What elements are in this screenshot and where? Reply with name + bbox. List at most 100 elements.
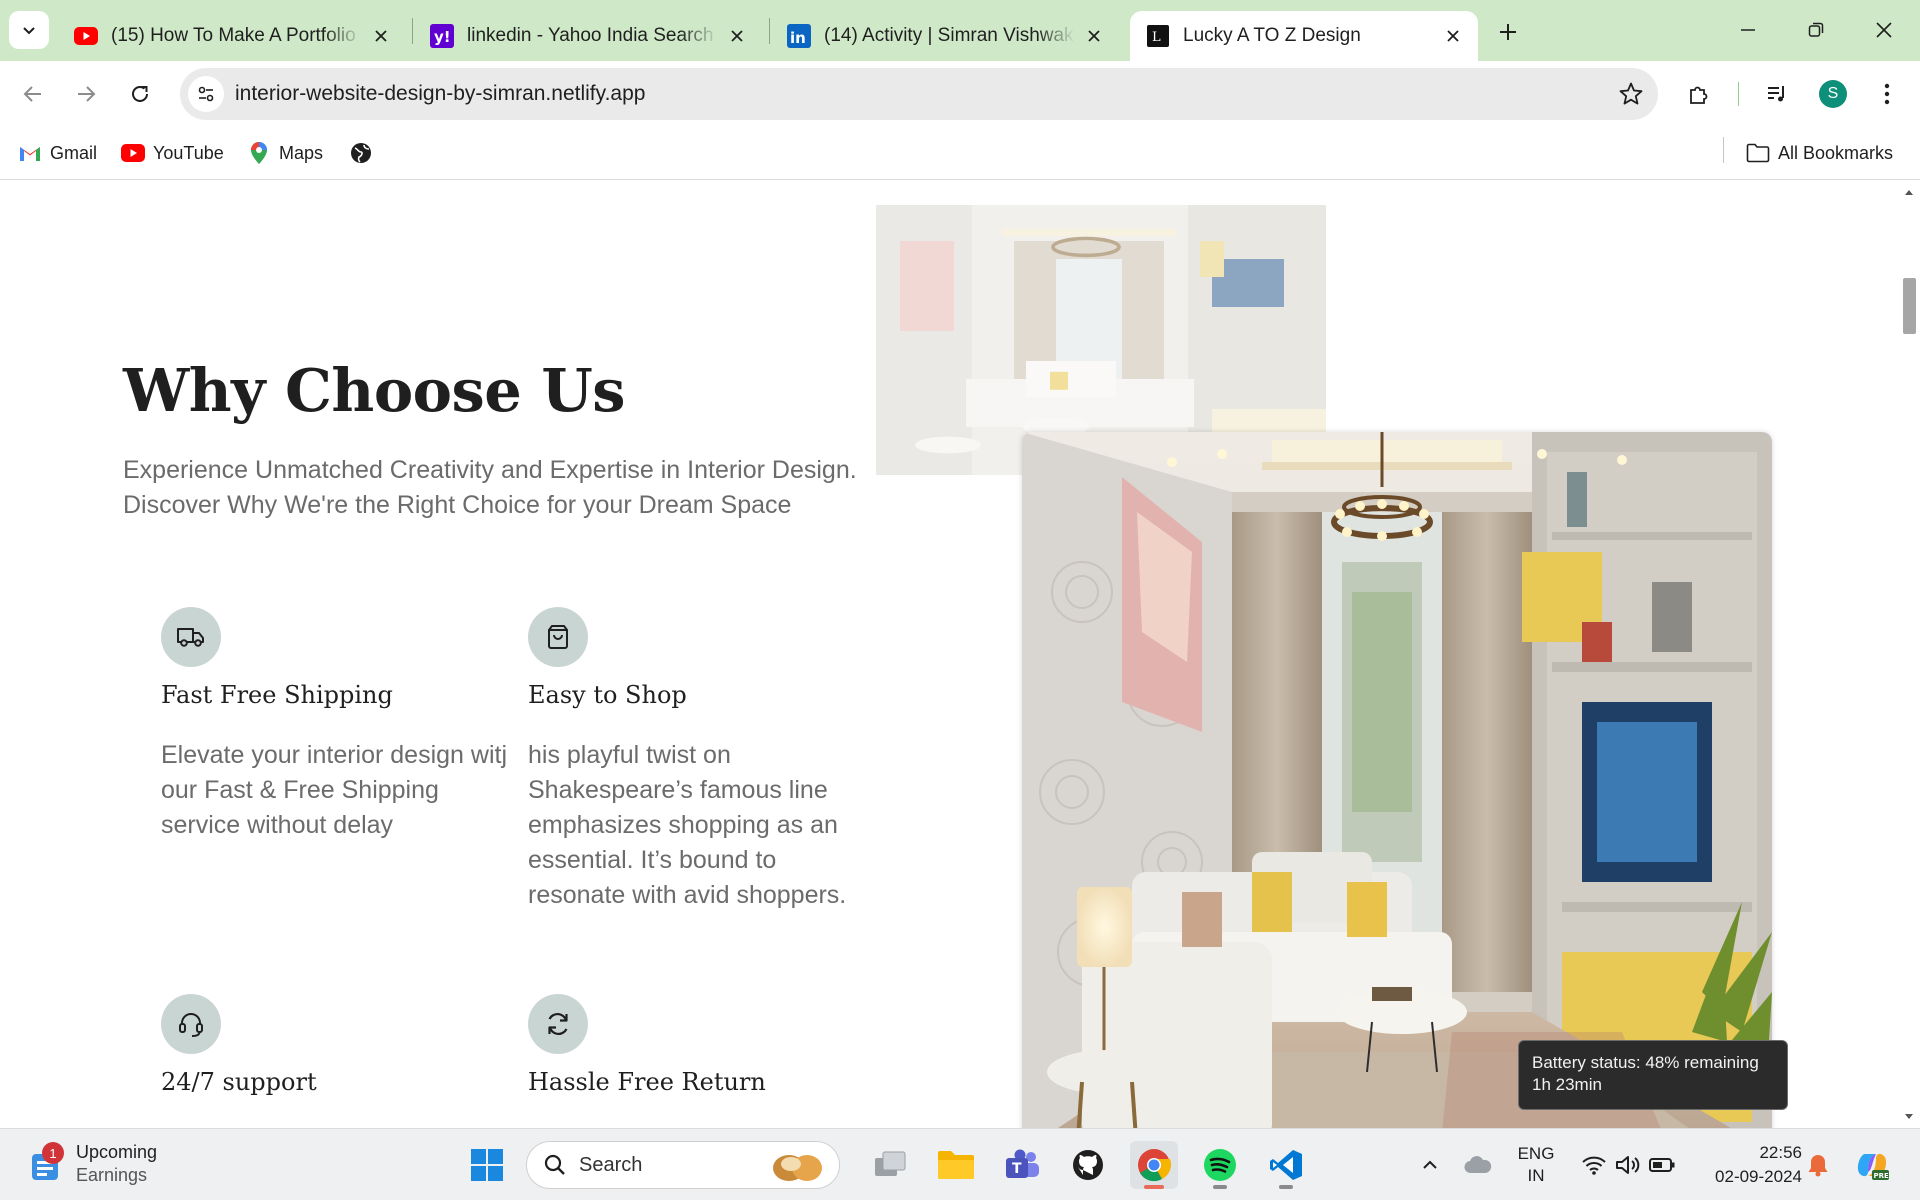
widgets-button[interactable]: 1 Upcoming Earnings: [28, 1141, 157, 1187]
tab-title: (15) How To Make A Portfolio W: [111, 25, 362, 46]
spotify-button[interactable]: [1196, 1141, 1244, 1189]
vscode-button[interactable]: [1262, 1141, 1310, 1189]
menu-button[interactable]: [1867, 74, 1907, 114]
arrow-right-icon: [78, 86, 96, 102]
bookmark-gmail[interactable]: Gmail: [18, 138, 97, 168]
page-content: Why Choose Us Experience Unmatched Creat…: [0, 181, 1898, 1128]
notifications-button[interactable]: [1796, 1141, 1840, 1189]
language-line: IN: [1527, 1166, 1545, 1185]
scroll-up-icon[interactable]: [1903, 186, 1915, 198]
stocks-icon: 1: [28, 1142, 64, 1182]
notification-badge: 1: [42, 1142, 64, 1164]
cloud-icon: [1464, 1156, 1492, 1174]
truck-icon: [161, 607, 221, 667]
profile-button[interactable]: S: [1813, 74, 1853, 114]
back-button[interactable]: [13, 74, 53, 114]
running-indicator: [1144, 1185, 1164, 1189]
tab-title: linkedin - Yahoo India Search R: [467, 25, 718, 46]
battery-status-tooltip: Battery status: 48% remaining 1h 23min: [1518, 1040, 1788, 1110]
avatar: S: [1819, 80, 1847, 108]
url-text[interactable]: interior-website-design-by-simran.netlif…: [235, 82, 645, 106]
task-view-button[interactable]: [866, 1141, 914, 1189]
feature-title: Easy to Shop: [528, 681, 687, 709]
tab-linkedin-activity[interactable]: in (14) Activity | Simran Vishwakar: [771, 11, 1119, 61]
feature-text: Elevate your interior design witj our Fa…: [161, 741, 507, 839]
bookmarks-separator: [1723, 137, 1724, 163]
tab-lucky-design[interactable]: L Lucky A TO Z Design: [1130, 11, 1478, 61]
bookmark-star-icon[interactable]: [1618, 81, 1644, 107]
site-info-icon[interactable]: [188, 76, 224, 112]
extensions-button[interactable]: [1679, 74, 1719, 114]
close-icon[interactable]: [726, 25, 748, 47]
close-window-button[interactable]: [1862, 10, 1906, 50]
tooltip-line: 1h 23min: [1532, 1075, 1602, 1094]
tab-separator: [769, 18, 770, 44]
restore-button[interactable]: [1794, 10, 1838, 50]
toolbar-separator: [1738, 82, 1739, 106]
page-scrollbar[interactable]: [1898, 181, 1920, 1128]
start-button[interactable]: [463, 1141, 511, 1189]
yahoo-icon: y!: [430, 24, 454, 48]
file-explorer-button[interactable]: [932, 1141, 980, 1189]
widget-subtitle: Earnings: [76, 1165, 148, 1185]
bookmark-label: YouTube: [153, 142, 224, 163]
all-bookmarks-button[interactable]: All Bookmarks: [1746, 138, 1893, 168]
svg-text:in: in: [790, 29, 806, 47]
media-controls-button[interactable]: [1757, 74, 1797, 114]
copilot-button[interactable]: PRE: [1846, 1141, 1898, 1189]
clock[interactable]: 22:56 02-09-2024: [1690, 1141, 1802, 1189]
taskbar-search[interactable]: Search: [526, 1141, 840, 1189]
address-bar[interactable]: interior-website-design-by-simran.netlif…: [180, 68, 1658, 120]
feature-title: 24/7 support: [161, 1068, 317, 1096]
bookmark-maps[interactable]: Maps: [247, 138, 323, 168]
battery-icon: [1649, 1158, 1675, 1172]
folder-icon: [938, 1151, 974, 1179]
globe-icon: [349, 141, 373, 165]
browser-toolbar: interior-website-design-by-simran.netlif…: [0, 61, 1920, 126]
github-desktop-button[interactable]: [1064, 1141, 1112, 1189]
bookmark-youtube[interactable]: YouTube: [121, 138, 224, 168]
feature-fast-free-shipping: Fast Free Shipping Elevate your interior…: [161, 607, 511, 843]
tooltip-line: Battery status: 48% remaining: [1532, 1053, 1759, 1072]
feature-text: his playful twist on Shakespeare’s famou…: [528, 741, 847, 909]
onedrive-button[interactable]: [1454, 1141, 1502, 1189]
show-hidden-icons-button[interactable]: [1406, 1141, 1454, 1189]
tab-separator: [412, 18, 413, 44]
forward-button[interactable]: [66, 74, 106, 114]
minimize-button[interactable]: [1726, 10, 1770, 50]
tab-search-button[interactable]: [9, 11, 49, 49]
site-icon: L: [1146, 24, 1170, 48]
close-icon: [1876, 22, 1892, 38]
reload-icon: [132, 85, 148, 102]
close-icon[interactable]: [1083, 25, 1105, 47]
teams-button[interactable]: T: [998, 1141, 1046, 1189]
playlist-icon: [1768, 86, 1784, 102]
language-line: ENG: [1517, 1144, 1555, 1163]
running-indicator: [1279, 1185, 1293, 1189]
bookmark-label: Gmail: [50, 142, 98, 163]
living-room-image: [1022, 432, 1772, 1128]
scroll-down-icon[interactable]: [1903, 1111, 1915, 1123]
copilot-icon: PRE: [1857, 1153, 1889, 1180]
bookmark-globe[interactable]: [349, 138, 381, 168]
github-icon: [1073, 1150, 1103, 1180]
tab-yahoo-search[interactable]: y! linkedin - Yahoo India Search R: [414, 11, 762, 61]
chrome-button[interactable]: [1130, 1141, 1178, 1189]
close-icon[interactable]: [1442, 25, 1464, 47]
minimize-icon: [1741, 29, 1755, 31]
youtube-icon: [74, 24, 98, 48]
language-indicator[interactable]: ENG IN: [1512, 1143, 1560, 1187]
reload-button[interactable]: [120, 74, 160, 114]
maps-icon: [247, 141, 271, 165]
new-tab-button[interactable]: [1490, 14, 1526, 50]
close-icon[interactable]: [370, 25, 392, 47]
svg-text:y!: y!: [434, 28, 451, 46]
tab-youtube-portfolio[interactable]: (15) How To Make A Portfolio W: [58, 11, 406, 61]
feature-title: Hassle Free Return: [528, 1068, 766, 1096]
arrow-left-icon: [23, 86, 41, 102]
widget-title: Upcoming: [76, 1142, 158, 1162]
quick-settings-button[interactable]: [1570, 1141, 1686, 1189]
folder-icon: [1746, 141, 1770, 165]
scrollbar-thumb[interactable]: [1903, 278, 1916, 334]
vscode-icon: [1270, 1150, 1302, 1180]
